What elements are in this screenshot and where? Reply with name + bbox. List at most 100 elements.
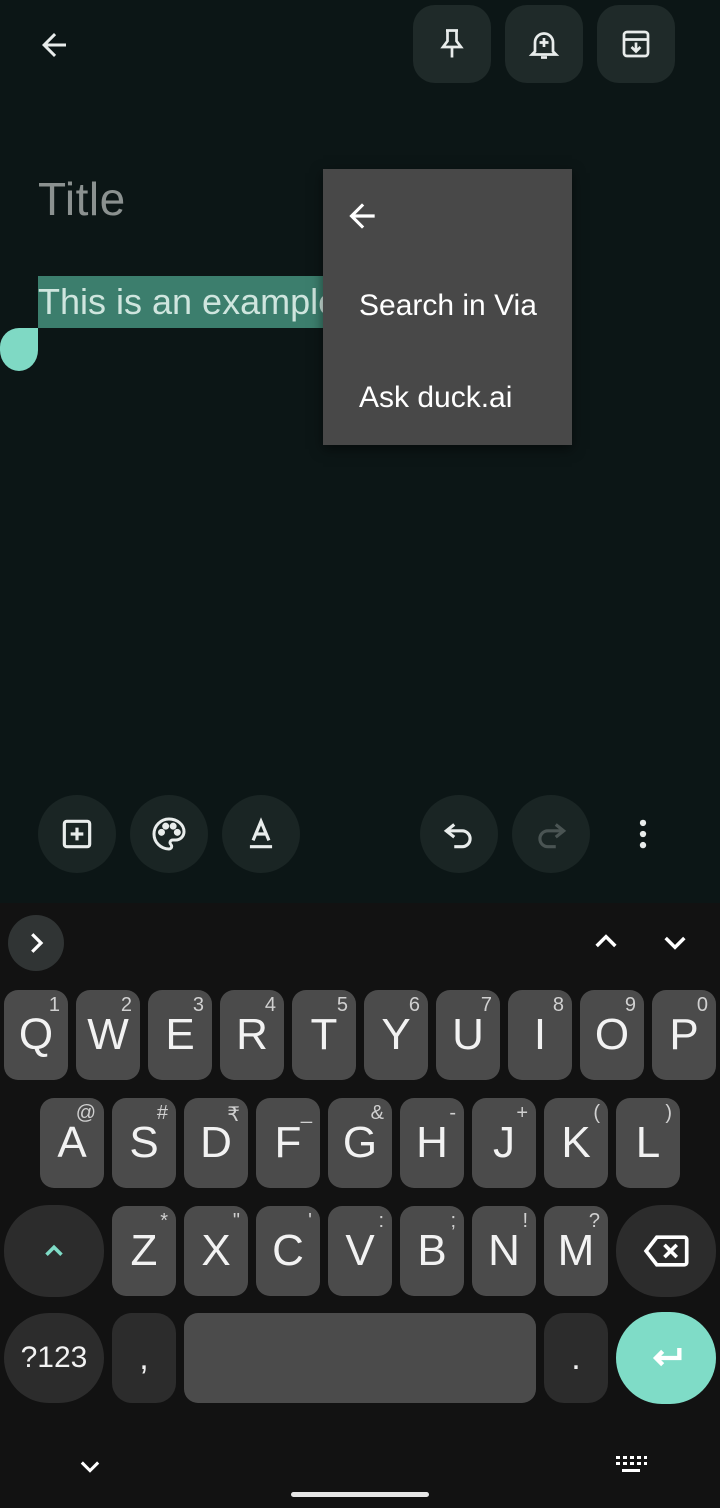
key-hint: 2 (120, 994, 132, 1016)
key-s[interactable]: S # (112, 1098, 176, 1188)
redo-icon (538, 823, 567, 849)
note-body-selected-text[interactable]: This is an example (38, 276, 334, 328)
key-hint: ? (588, 1210, 600, 1232)
keyboard-icon (616, 1456, 647, 1472)
pin-icon (440, 29, 464, 58)
key-r[interactable]: R4 (220, 990, 284, 1080)
key-i[interactable]: I8 (508, 990, 572, 1080)
pin-button[interactable] (413, 5, 491, 83)
key-p[interactable]: P0 (652, 990, 716, 1080)
chevron-right-icon (31, 933, 44, 953)
palette-icon (152, 817, 186, 851)
key-d[interactable]: D ₹ (184, 1098, 248, 1188)
selection-handle[interactable] (0, 328, 38, 371)
key-hint: : (378, 1210, 384, 1232)
key-hint: 4 (264, 994, 276, 1016)
key-label: E (165, 1010, 195, 1059)
background-color-button[interactable] (130, 795, 208, 873)
key-c[interactable]: C ' (256, 1206, 320, 1296)
key-hint: ; (450, 1210, 456, 1232)
redo-button[interactable] (512, 795, 590, 873)
menu-item-search-in-via[interactable]: Search in Via (359, 289, 537, 323)
key-label: K (561, 1118, 591, 1167)
comma-key[interactable]: , (112, 1313, 176, 1403)
key-x[interactable]: X " (184, 1206, 248, 1296)
period-key[interactable]: . (544, 1313, 608, 1403)
undo-icon (443, 823, 472, 849)
key-label: Q (18, 1010, 54, 1059)
key-hint: # (156, 1102, 168, 1124)
key-hint: 1 (48, 994, 60, 1016)
key-t[interactable]: T5 (292, 990, 356, 1080)
key-hint: 9 (624, 994, 636, 1016)
key-hint: 3 (192, 994, 204, 1016)
key-label: A (57, 1118, 87, 1167)
keyboard-toolbar-expand-button[interactable] (8, 915, 64, 971)
more-vert-icon (639, 819, 647, 849)
key-m[interactable]: M? (544, 1206, 608, 1296)
key-hint: 0 (696, 994, 708, 1016)
key-hint: _ (300, 1102, 312, 1124)
key-label: X (201, 1226, 231, 1275)
key-hint: 7 (480, 994, 492, 1016)
key-hint: ₹ (227, 1104, 240, 1126)
key-y[interactable]: Y6 (364, 990, 428, 1080)
cursor-down-button[interactable] (655, 922, 695, 962)
more-options-button[interactable] (604, 795, 682, 873)
key-e[interactable]: E3 (148, 990, 212, 1080)
key-label: W (87, 1010, 129, 1059)
key-label: Z (130, 1226, 158, 1275)
key-h[interactable]: H- (400, 1098, 464, 1188)
menu-item-ask-duck-ai[interactable]: Ask duck.ai (359, 381, 512, 415)
bell-plus-icon (528, 32, 560, 59)
title-field[interactable]: Title (38, 172, 126, 226)
home-gesture-bar[interactable] (291, 1492, 429, 1497)
cursor-up-button[interactable] (586, 922, 626, 962)
key-n[interactable]: N! (472, 1206, 536, 1296)
key-u[interactable]: U7 (436, 990, 500, 1080)
menu-back-button[interactable] (343, 195, 391, 237)
key-label: S (129, 1118, 159, 1167)
key-f[interactable]: F _ (256, 1098, 320, 1188)
backspace-key[interactable] (616, 1205, 716, 1297)
add-content-button[interactable] (38, 795, 116, 873)
text-format-icon (249, 817, 273, 849)
space-key[interactable] (184, 1313, 536, 1403)
key-label: G (342, 1118, 378, 1167)
key-label: O (594, 1010, 630, 1059)
key-g[interactable]: G & (328, 1098, 392, 1188)
backspace-icon (643, 1235, 689, 1267)
key-k[interactable]: K( (544, 1098, 608, 1188)
text-format-button[interactable] (222, 795, 300, 873)
key-a[interactable]: A @ (40, 1098, 104, 1188)
keyboard-switch-button[interactable] (610, 1450, 652, 1480)
enter-key[interactable] (616, 1312, 716, 1404)
chevron-up-icon (595, 934, 617, 948)
key-label: Y (381, 1010, 411, 1059)
reminder-button[interactable] (505, 5, 583, 83)
key-z[interactable]: Z * (112, 1206, 176, 1296)
key-label: C (272, 1226, 304, 1275)
back-button[interactable] (22, 16, 86, 74)
key-hint: 8 (552, 994, 564, 1016)
key-hint: @ (75, 1102, 96, 1124)
hide-keyboard-button[interactable] (72, 1448, 108, 1484)
key-l[interactable]: L) (616, 1098, 680, 1188)
undo-button[interactable] (420, 795, 498, 873)
symbols-key[interactable]: ?123 (4, 1313, 104, 1403)
key-label: P (669, 1010, 699, 1059)
key-b[interactable]: B; (400, 1206, 464, 1296)
shift-key[interactable] (4, 1205, 104, 1297)
key-label: F (274, 1118, 302, 1167)
text-selection-menu: Search in Via Ask duck.ai (323, 169, 572, 445)
key-label: N (488, 1226, 520, 1275)
key-q[interactable]: Q1 (4, 990, 68, 1080)
key-o[interactable]: O9 (580, 990, 644, 1080)
key-hint: 6 (408, 994, 420, 1016)
key-w[interactable]: W2 (76, 990, 140, 1080)
key-v[interactable]: V: (328, 1206, 392, 1296)
archive-button[interactable] (597, 5, 675, 83)
key-hint: ) (665, 1102, 672, 1124)
key-hint: & (370, 1102, 384, 1124)
key-j[interactable]: J + (472, 1098, 536, 1188)
